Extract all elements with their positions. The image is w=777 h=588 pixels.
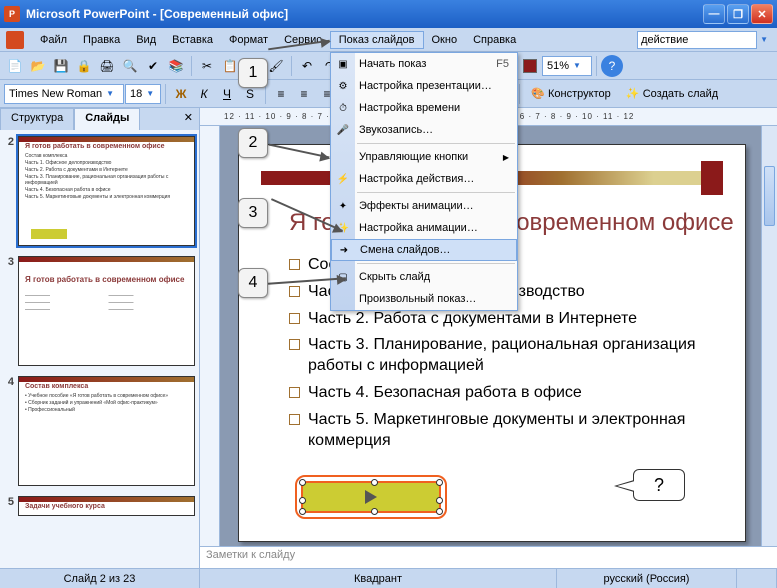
menu-action-buttons[interactable]: Управляющие кнопки▶ (331, 146, 517, 168)
align-left-icon[interactable]: ≡ (270, 83, 292, 105)
callout-3: 3 (238, 198, 268, 228)
status-extra (737, 569, 777, 588)
save-icon[interactable]: 💾 (50, 55, 72, 77)
menu-action-settings[interactable]: ⚡Настройка действия… (331, 168, 517, 190)
maximize-button[interactable]: ❐ (727, 4, 749, 24)
thumbnail-5[interactable]: 5 Задачи учебного курса (4, 496, 195, 516)
help-input[interactable] (637, 31, 757, 49)
ruler-vertical (200, 126, 220, 546)
open-icon[interactable]: 📂 (27, 55, 49, 77)
thumb-number: 2 (4, 136, 18, 246)
projector-icon: ▣ (335, 56, 351, 72)
menu-format[interactable]: Формат (221, 32, 276, 48)
menu-help[interactable]: Справка (465, 32, 524, 48)
help-icon[interactable]: ? (601, 55, 623, 77)
tab-outline[interactable]: Структура (0, 108, 74, 130)
panel-tabs: Структура Слайды ✕ (0, 108, 199, 130)
thumbnail-2[interactable]: 2 Я готов работать в современном офисе С… (4, 136, 195, 246)
undo-icon[interactable]: ↶ (296, 55, 318, 77)
menu-setup-show[interactable]: ⚙Настройка презентации… (331, 75, 517, 97)
thumbnails-list[interactable]: 2 Я готов работать в современном офисе С… (0, 130, 199, 568)
callout-question: ? (633, 469, 685, 501)
slideshow-menu: ▣Начать показF5 ⚙Настройка презентации… … (330, 52, 518, 311)
menu-rehearse[interactable]: ⏱Настройка времени (331, 97, 517, 119)
menu-edit[interactable]: Правка (75, 32, 128, 48)
gear-icon: ⚙ (335, 78, 351, 94)
action-button[interactable] (301, 481, 441, 513)
status-layout: Квадрант (200, 569, 557, 588)
menu-record[interactable]: 🎤Звукозапись… (331, 119, 517, 141)
app-icon: P (4, 6, 20, 22)
help-search: ▼ (637, 31, 771, 49)
underline-button[interactable]: Ч (216, 83, 238, 105)
thumbnail-4[interactable]: 4 Состав комплекса • Учебное пособие «Я … (4, 376, 195, 486)
spell-icon[interactable]: ✔ (142, 55, 164, 77)
panel-close-icon[interactable]: ✕ (178, 108, 199, 130)
thumb-number: 5 (4, 496, 18, 516)
align-center-icon[interactable]: ≡ (293, 83, 315, 105)
bold-button[interactable]: Ж (170, 83, 192, 105)
vertical-scrollbar[interactable] (761, 126, 777, 546)
action-icon: ⚡ (335, 171, 351, 187)
clock-icon: ⏱ (335, 100, 351, 116)
menu-custom-animation[interactable]: ✨Настройка анимации… (331, 217, 517, 239)
minimize-button[interactable]: — (703, 4, 725, 24)
zoom-combo[interactable]: 51%▼ (542, 56, 592, 76)
slides-panel: Структура Слайды ✕ 2 Я готов работать в … (0, 108, 200, 568)
callout-2: 2 (238, 128, 268, 158)
new-slide-button[interactable]: ✨Создать слайд (619, 83, 725, 105)
thumb-number: 3 (4, 256, 18, 366)
callout-4: 4 (238, 268, 268, 298)
format-painter-icon[interactable]: 🖌 (265, 55, 287, 77)
italic-button[interactable]: К (193, 83, 215, 105)
transition-icon: ➜ (336, 242, 352, 258)
tab-slides[interactable]: Слайды (74, 108, 140, 130)
menu-start-show[interactable]: ▣Начать показF5 (331, 53, 517, 75)
thumbnail-3[interactable]: 3 Я готов работать в современном офисе —… (4, 256, 195, 366)
callout-1: 1 (238, 58, 268, 88)
font-size-combo[interactable]: 18▼ (125, 84, 161, 104)
play-icon (365, 490, 377, 504)
notes-pane[interactable]: Заметки к слайду (200, 546, 777, 568)
status-bar: Слайд 2 из 23 Квадрант русский (Россия) (0, 568, 777, 588)
menu-file[interactable]: Файл (32, 32, 75, 48)
window-title: Microsoft PowerPoint - [Современный офис… (26, 7, 701, 21)
permission-icon[interactable]: 🔒 (73, 55, 95, 77)
print-icon[interactable]: 🖨 (96, 55, 118, 77)
font-combo[interactable]: Times New Roman▼ (4, 84, 124, 104)
cut-icon[interactable]: ✂ (196, 55, 218, 77)
mic-icon: 🎤 (335, 122, 351, 138)
status-slide: Слайд 2 из 23 (0, 569, 200, 588)
menu-animation-schemes[interactable]: ✦Эффекты анимации… (331, 195, 517, 217)
title-bar: P Microsoft PowerPoint - [Современный оф… (0, 0, 777, 28)
menu-bar: Файл Правка Вид Вставка Формат Сервис По… (0, 28, 777, 52)
close-button[interactable]: ✕ (751, 4, 773, 24)
menu-hide-slide[interactable]: ▢Скрыть слайд (331, 266, 517, 288)
menu-custom-show[interactable]: Произвольный показ… (331, 288, 517, 310)
menu-insert[interactable]: Вставка (164, 32, 221, 48)
menu-slide-transition[interactable]: ➜Смена слайдов… (331, 239, 517, 261)
designer-button[interactable]: 🎨Конструктор (524, 83, 618, 105)
preview-icon[interactable]: 🔍 (119, 55, 141, 77)
research-icon[interactable]: 📚 (165, 55, 187, 77)
menu-slideshow[interactable]: Показ слайдов (330, 31, 424, 49)
menu-view[interactable]: Вид (128, 32, 164, 48)
star-icon: ✦ (335, 198, 351, 214)
thumb-number: 4 (4, 376, 18, 486)
new-icon[interactable]: 📄 (4, 55, 26, 77)
color-icon[interactable] (519, 55, 541, 77)
menu-window[interactable]: Окно (424, 32, 466, 48)
app-menu-icon[interactable] (6, 31, 24, 49)
status-language[interactable]: русский (Россия) (557, 569, 737, 588)
